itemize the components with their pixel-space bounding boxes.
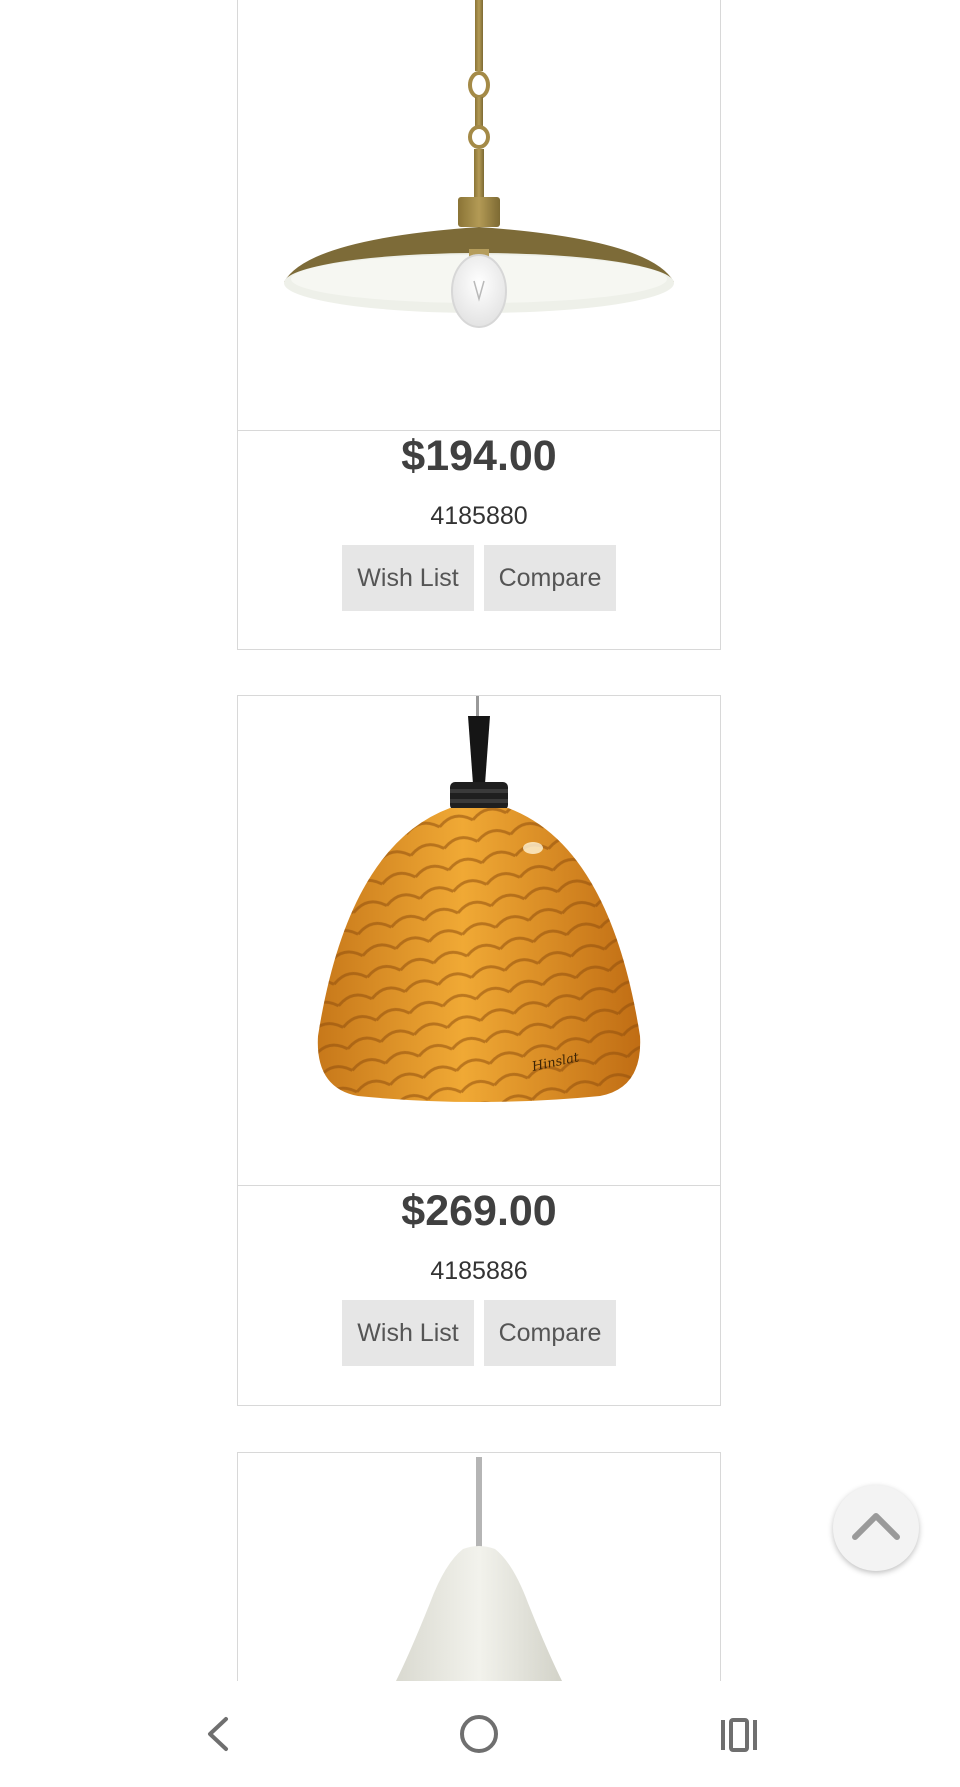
product-image-amber-glass-pendant[interactable]: Hinslat <box>238 696 720 1185</box>
wish-list-button[interactable]: Wish List <box>342 1300 474 1366</box>
nav-back-button[interactable] <box>196 1711 242 1757</box>
product-price: $269.00 <box>401 1187 557 1235</box>
product-info: $194.00 4185880 Wish List Compare <box>238 430 720 651</box>
product-image-pendant-dish[interactable] <box>238 0 720 430</box>
pendant-lamp-image <box>395 1457 563 1683</box>
compare-button[interactable]: Compare <box>484 545 616 611</box>
product-sku: 4185886 <box>430 1257 528 1285</box>
home-icon <box>460 1715 498 1753</box>
back-icon <box>208 1717 228 1751</box>
chevron-up-icon <box>852 1513 900 1540</box>
product-info: $269.00 4185886 Wish List Compare <box>238 1185 720 1406</box>
pendant-lamp-image <box>284 0 674 328</box>
product-sku: 4185880 <box>430 502 528 530</box>
product-price: $194.00 <box>401 432 557 480</box>
scroll-to-top-button[interactable] <box>833 1485 919 1571</box>
product-card: $194.00 4185880 Wish List Compare <box>237 0 721 650</box>
product-card: Hinslat $269.00 4185886 Wish List Compar… <box>237 695 721 1406</box>
system-navigation-bar <box>0 1681 960 1787</box>
nav-home-button[interactable] <box>456 1711 502 1757</box>
wish-list-button[interactable]: Wish List <box>342 545 474 611</box>
nav-recents-button[interactable] <box>718 1711 764 1757</box>
pendant-lamp-image: Hinslat <box>317 696 641 1102</box>
product-card <box>237 1452 721 1712</box>
recents-icon <box>721 1718 757 1752</box>
compare-button[interactable]: Compare <box>484 1300 616 1366</box>
product-image-frosted-pendant[interactable] <box>238 1453 720 1683</box>
